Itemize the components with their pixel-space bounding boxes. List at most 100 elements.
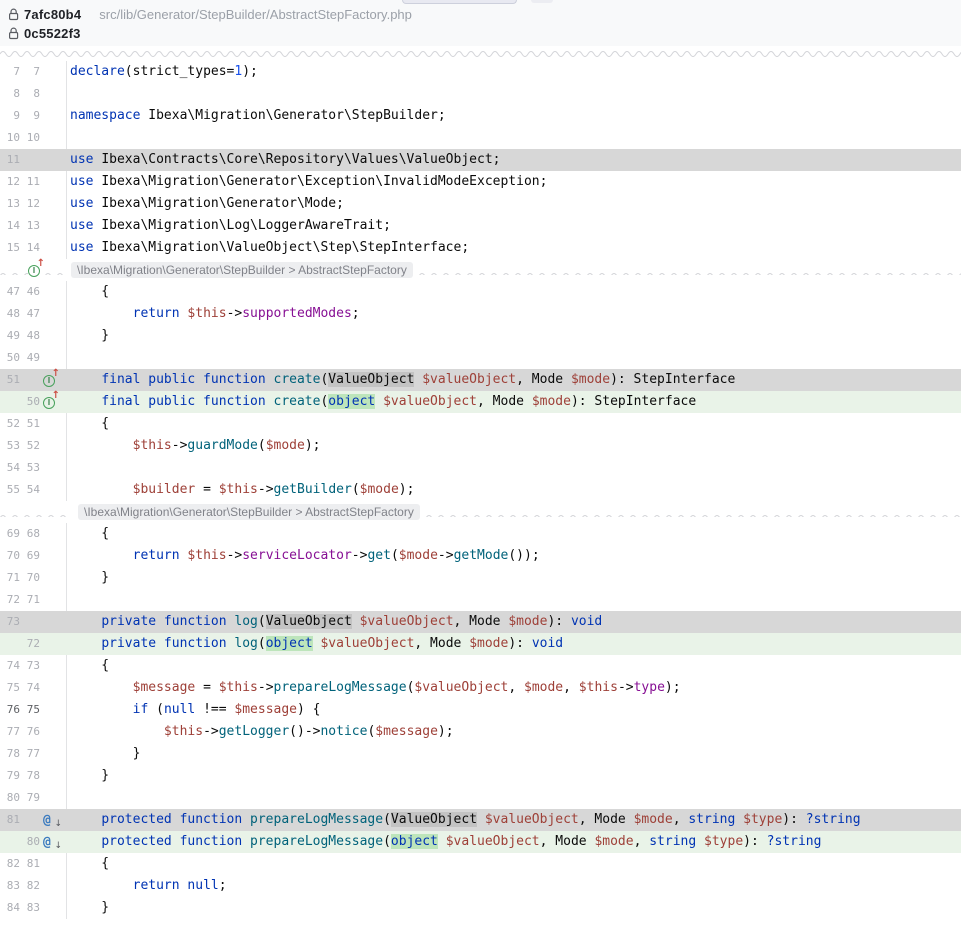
interface-gutter-icon[interactable]: I↑ bbox=[43, 372, 60, 389]
diff-line-removed[interactable]: 73 private function log(ValueObject $val… bbox=[0, 611, 961, 633]
code-line[interactable]: 5049 bbox=[0, 347, 961, 369]
collapsed-region-label[interactable]: \Ibexa\Migration\Generator\StepBuilder >… bbox=[71, 262, 413, 278]
code-line[interactable]: 7675 if (null !== $message) { bbox=[0, 699, 961, 721]
code-line[interactable]: 1211use Ibexa\Migration\Generator\Except… bbox=[0, 171, 961, 193]
code-text: use Ibexa\Migration\Generator\Mode; bbox=[66, 193, 961, 215]
code-text: use Ibexa\Contracts\Core\Repository\Valu… bbox=[66, 149, 961, 171]
interface-gutter-icon[interactable]: I↑ bbox=[28, 262, 45, 279]
line-number-old: 47 bbox=[0, 281, 20, 303]
code-text: private function log(object $valueObject… bbox=[66, 633, 961, 655]
code-text: use Ibexa\Migration\ValueObject\Step\Ste… bbox=[66, 237, 961, 259]
code-line[interactable]: 7473 { bbox=[0, 655, 961, 677]
line-number-old: 78 bbox=[0, 743, 20, 765]
line-number-old: 7 bbox=[0, 61, 20, 83]
line-number-new: 46 bbox=[20, 281, 40, 303]
code-line[interactable]: 88 bbox=[0, 83, 961, 105]
line-number-new: 77 bbox=[20, 743, 40, 765]
code-line[interactable]: 5352 $this->guardMode($mode); bbox=[0, 435, 961, 457]
code-text: declare(strict_types=1); bbox=[66, 61, 961, 83]
code-line[interactable]: 7271 bbox=[0, 589, 961, 611]
line-number-new: 78 bbox=[20, 765, 40, 787]
line-number-new: 12 bbox=[20, 193, 40, 215]
code-text: private function log(ValueObject $valueO… bbox=[66, 611, 961, 633]
code-text: return $this->serviceLocator->get($mode-… bbox=[66, 545, 961, 567]
code-line[interactable]: 5554 $builder = $this->getBuilder($mode)… bbox=[0, 479, 961, 501]
diff-line-added[interactable]: 72 private function log(object $valueObj… bbox=[0, 633, 961, 655]
code-line[interactable]: 5453 bbox=[0, 457, 961, 479]
code-line[interactable]: 1312 use Ibexa\Migration\Generator\Mode; bbox=[0, 193, 961, 215]
code-line[interactable]: 7877 } bbox=[0, 743, 961, 765]
code-line[interactable]: 1514use Ibexa\Migration\ValueObject\Step… bbox=[0, 237, 961, 259]
line-number-old: 13 bbox=[0, 193, 20, 215]
line-number-old: 80 bbox=[0, 787, 20, 809]
diff-line-removed[interactable]: 81 @↓ protected function prepareLogMessag… bbox=[0, 809, 961, 831]
code-line[interactable]: 7170 } bbox=[0, 567, 961, 589]
diff-line-removed[interactable]: 51I↑ final public function create(ValueO… bbox=[0, 369, 961, 391]
line-number-new: 81 bbox=[20, 853, 40, 875]
line-number-new: 68 bbox=[20, 523, 40, 545]
code-text bbox=[66, 787, 961, 809]
line-number-new: 72 bbox=[20, 633, 40, 655]
code-text: } bbox=[66, 325, 961, 347]
line-number-old: 48 bbox=[0, 303, 20, 325]
line-number-new: 14 bbox=[20, 237, 40, 259]
line-number-old: 71 bbox=[0, 567, 20, 589]
diff-line-added[interactable]: 80@↓ protected function prepareLogMessag… bbox=[0, 831, 961, 853]
commit-hash-new[interactable]: 0c5522f3 bbox=[24, 26, 81, 41]
commit-hash-old[interactable]: 7afc80b4 bbox=[24, 7, 81, 22]
line-number-new: 83 bbox=[20, 897, 40, 919]
code-text: use Ibexa\Migration\Generator\Exception\… bbox=[66, 171, 961, 193]
line-number-new: 69 bbox=[20, 545, 40, 567]
code-line[interactable]: 4847 return $this->supportedModes; bbox=[0, 303, 961, 325]
diff-line-added[interactable]: 50I↑ final public function create(object… bbox=[0, 391, 961, 413]
line-number-new: 49 bbox=[20, 347, 40, 369]
overridden-gutter-icon[interactable]: @↓ bbox=[43, 812, 60, 829]
code-text bbox=[66, 127, 961, 149]
toolbar-stub bbox=[402, 0, 517, 4]
code-line[interactable]: 7776 $this->getLogger()->notice($message… bbox=[0, 721, 961, 743]
interface-gutter-icon[interactable]: I↑ bbox=[43, 394, 60, 411]
code-line[interactable]: 8079 bbox=[0, 787, 961, 809]
code-line[interactable]: 1413use Ibexa\Migration\Log\LoggerAwareT… bbox=[0, 215, 961, 237]
code-line[interactable]: 8281 { bbox=[0, 853, 961, 875]
code-text: { bbox=[66, 523, 961, 545]
line-number-old: 73 bbox=[0, 611, 20, 633]
overridden-gutter-icon[interactable]: @↓ bbox=[43, 834, 60, 851]
line-number-old: 77 bbox=[0, 721, 20, 743]
code-line[interactable]: 4948 } bbox=[0, 325, 961, 347]
line-number-old: 69 bbox=[0, 523, 20, 545]
diff-line-removed[interactable]: 11use Ibexa\Contracts\Core\Repository\Va… bbox=[0, 149, 961, 171]
code-line[interactable]: 7069 return $this->serviceLocator->get($… bbox=[0, 545, 961, 567]
code-text bbox=[66, 83, 961, 105]
lock-icon bbox=[8, 8, 19, 21]
line-number-new: 79 bbox=[20, 787, 40, 809]
code-line[interactable]: 1010 bbox=[0, 127, 961, 149]
code-line[interactable]: 8483 } bbox=[0, 897, 961, 919]
line-number-old: 74 bbox=[0, 655, 20, 677]
code-line[interactable]: 6968 { bbox=[0, 523, 961, 545]
code-text: final public function create(object $val… bbox=[66, 391, 961, 413]
line-number-old: 53 bbox=[0, 435, 20, 457]
line-number-old: 50 bbox=[0, 347, 20, 369]
collapsed-region-separator: \Ibexa\Migration\Generator\StepBuilder >… bbox=[0, 501, 961, 523]
code-text: } bbox=[66, 743, 961, 765]
line-number-old: 76 bbox=[0, 699, 20, 721]
code-text: } bbox=[66, 567, 961, 589]
code-text bbox=[66, 347, 961, 369]
line-number-old: 12 bbox=[0, 171, 20, 193]
line-number-new: 9 bbox=[20, 105, 40, 127]
code-line[interactable]: 4746 { bbox=[0, 281, 961, 303]
code-line[interactable]: 8382 return null; bbox=[0, 875, 961, 897]
code-text: } bbox=[66, 765, 961, 787]
code-line[interactable]: 99namespace Ibexa\Migration\Generator\St… bbox=[0, 105, 961, 127]
code-line[interactable]: 5251 { bbox=[0, 413, 961, 435]
collapsed-region-label[interactable]: \Ibexa\Migration\Generator\StepBuilder >… bbox=[78, 504, 420, 520]
code-text: protected function prepareLogMessage(Val… bbox=[66, 809, 961, 831]
diff-editor[interactable]: 77 declare(strict_types=1);8899namespace … bbox=[0, 61, 961, 919]
code-line[interactable]: 77declare(strict_types=1); bbox=[0, 61, 961, 83]
line-number-new: 71 bbox=[20, 589, 40, 611]
line-number-old: 81 bbox=[0, 809, 20, 831]
line-number-old: 8 bbox=[0, 83, 20, 105]
code-line[interactable]: 7978 } bbox=[0, 765, 961, 787]
code-line[interactable]: 7574 $message = $this->prepareLogMessage… bbox=[0, 677, 961, 699]
